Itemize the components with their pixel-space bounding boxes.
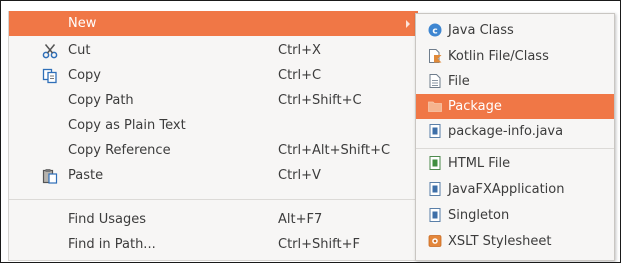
submenu-item-label: Singleton [448, 208, 510, 223]
menu-item-shortcut: Ctrl+V [278, 168, 321, 183]
submenu-item-label: HTML File [448, 156, 511, 171]
menu-item-shortcut: Ctrl+C [278, 68, 322, 83]
menu-item-copy-as-plain-text[interactable]: Copy as Plain Text [9, 113, 418, 138]
menu-item-label: Copy [68, 68, 101, 83]
java-class-icon: c [428, 23, 442, 37]
submenu-item-package-info[interactable]: package-info.java [416, 119, 614, 144]
new-submenu: c Java Class Kotlin File/Class File Pack… [415, 13, 615, 261]
copy-icon [42, 68, 57, 84]
java-file-icon [429, 124, 441, 138]
menu-item-paste[interactable]: Paste Ctrl+V [9, 163, 418, 188]
screenshot-frame: New Cut Ctrl+X Copy Ctrl+C Copy Path Ctr… [0, 0, 621, 263]
submenu-item-package[interactable]: Package [416, 94, 614, 119]
menu-item-shortcut: Ctrl+Shift+F [278, 237, 360, 252]
submenu-item-singleton[interactable]: Singleton [416, 203, 614, 228]
menu-item-label: Copy Path [68, 93, 134, 108]
menu-item-find-in-path[interactable]: Find in Path... Ctrl+Shift+F [9, 232, 418, 257]
submenu-item-label: File [448, 74, 470, 89]
file-icon [429, 74, 441, 88]
kotlin-file-icon [429, 49, 442, 63]
menu-item-new[interactable]: New [9, 11, 418, 36]
menu-item-cut[interactable]: Cut Ctrl+X [9, 38, 418, 63]
submenu-item-label: Kotlin File/Class [448, 49, 549, 64]
submenu-item-kotlin-file[interactable]: Kotlin File/Class [416, 44, 614, 69]
context-menu: New Cut Ctrl+X Copy Ctrl+C Copy Path Ctr… [8, 11, 418, 261]
submenu-separator [416, 148, 614, 149]
menu-item-label: Find in Path... [68, 237, 156, 252]
menu-item-find-usages[interactable]: Find Usages Alt+F7 [9, 207, 418, 232]
submenu-item-label: XSLT Stylesheet [448, 234, 552, 249]
menu-item-shortcut: Ctrl+X [278, 43, 321, 58]
submenu-item-html-file[interactable]: HTML File [416, 151, 614, 176]
menu-item-label: Copy Reference [68, 143, 171, 158]
menu-separator [9, 199, 418, 200]
xslt-file-icon [428, 235, 442, 247]
menu-item-shortcut: Ctrl+Alt+Shift+C [278, 143, 391, 158]
submenu-item-javafx-application[interactable]: JavaFXApplication [416, 177, 614, 202]
menu-item-copy[interactable]: Copy Ctrl+C [9, 63, 418, 88]
menu-item-label: Find Usages [68, 212, 147, 227]
menu-item-shortcut: Alt+F7 [278, 212, 323, 227]
package-icon [428, 101, 442, 112]
submenu-arrow-icon [406, 20, 410, 28]
menu-item-copy-reference[interactable]: Copy Reference Ctrl+Alt+Shift+C [9, 138, 418, 163]
submenu-item-label: Java Class [448, 23, 514, 38]
menu-item-label: Copy as Plain Text [68, 118, 186, 133]
submenu-item-label: Package [448, 99, 502, 114]
menu-item-label: New [68, 16, 97, 31]
svg-text:c: c [432, 26, 437, 36]
java-file-icon [429, 208, 441, 222]
submenu-item-label: package-info.java [448, 124, 564, 139]
menu-item-shortcut: Ctrl+Shift+C [278, 93, 362, 108]
submenu-item-file[interactable]: File [416, 69, 614, 94]
menu-item-label: Paste [68, 168, 104, 183]
submenu-item-label: JavaFXApplication [448, 182, 565, 197]
java-file-icon [429, 182, 441, 196]
submenu-item-xslt-stylesheet[interactable]: XSLT Stylesheet [416, 229, 614, 254]
paste-icon [42, 169, 58, 184]
submenu-item-java-class[interactable]: c Java Class [416, 18, 614, 43]
menu-item-label: Cut [68, 43, 91, 58]
scissors-icon [42, 44, 58, 59]
menu-item-copy-path[interactable]: Copy Path Ctrl+Shift+C [9, 88, 418, 113]
html-file-icon [429, 156, 441, 170]
